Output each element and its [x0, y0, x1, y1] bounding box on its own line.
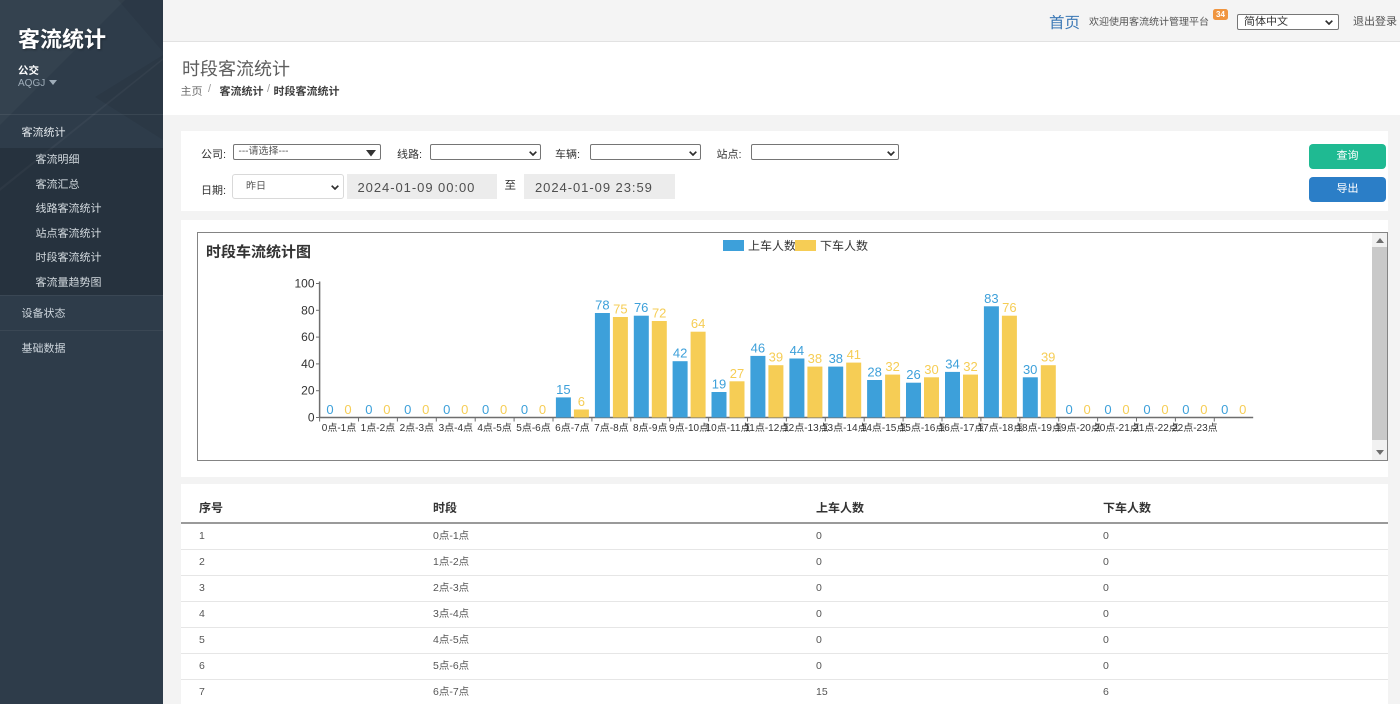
- svg-text:44: 44: [790, 343, 804, 358]
- svg-text:6: 6: [578, 394, 585, 409]
- svg-text:42: 42: [673, 346, 687, 361]
- svg-text:0: 0: [344, 402, 351, 417]
- svg-text:22点-23点: 22点-23点: [1172, 422, 1218, 434]
- svg-text:78: 78: [595, 298, 609, 313]
- svg-text:5点-6点: 5点-6点: [516, 422, 550, 434]
- svg-text:83: 83: [984, 291, 998, 306]
- svg-text:3点-4点: 3点-4点: [439, 422, 473, 434]
- svg-text:39: 39: [1041, 350, 1055, 365]
- svg-text:0: 0: [443, 402, 450, 417]
- svg-text:28: 28: [867, 365, 881, 380]
- svg-text:38: 38: [829, 351, 843, 366]
- svg-text:75: 75: [613, 302, 627, 317]
- svg-text:26: 26: [906, 367, 920, 382]
- svg-text:76: 76: [1002, 300, 1016, 315]
- svg-text:0: 0: [1161, 402, 1168, 417]
- svg-text:7点-8点: 7点-8点: [594, 422, 628, 434]
- svg-text:0: 0: [1083, 402, 1090, 417]
- svg-text:0: 0: [365, 402, 372, 417]
- svg-text:32: 32: [885, 359, 899, 374]
- svg-text:80: 80: [301, 303, 315, 317]
- svg-text:0: 0: [1221, 402, 1228, 417]
- svg-text:20: 20: [301, 384, 315, 398]
- svg-text:8点-9点: 8点-9点: [633, 422, 667, 434]
- svg-text:0: 0: [1065, 402, 1072, 417]
- svg-text:1点-2点: 1点-2点: [361, 422, 395, 434]
- svg-text:0: 0: [1122, 402, 1129, 417]
- svg-text:0: 0: [1239, 402, 1246, 417]
- svg-text:0: 0: [383, 402, 390, 417]
- svg-text:72: 72: [652, 306, 666, 321]
- svg-text:19: 19: [712, 377, 726, 392]
- svg-text:0: 0: [1104, 402, 1111, 417]
- svg-text:34: 34: [945, 356, 959, 371]
- svg-text:27: 27: [730, 366, 744, 381]
- svg-text:76: 76: [634, 300, 648, 315]
- svg-text:30: 30: [924, 362, 938, 377]
- svg-text:46: 46: [751, 340, 765, 355]
- svg-text:2点-3点: 2点-3点: [400, 422, 434, 434]
- svg-text:0: 0: [404, 402, 411, 417]
- svg-text:0点-1点: 0点-1点: [322, 422, 356, 434]
- svg-text:0: 0: [461, 402, 468, 417]
- svg-text:100: 100: [294, 277, 314, 291]
- svg-text:0: 0: [482, 402, 489, 417]
- svg-text:38: 38: [808, 351, 822, 366]
- svg-text:64: 64: [691, 316, 705, 331]
- svg-text:4点-5点: 4点-5点: [477, 422, 511, 434]
- svg-text:0: 0: [1182, 402, 1189, 417]
- svg-text:15: 15: [556, 382, 570, 397]
- svg-text:39: 39: [769, 350, 783, 365]
- svg-text:0: 0: [422, 402, 429, 417]
- svg-text:0: 0: [326, 402, 333, 417]
- svg-text:30: 30: [1023, 362, 1037, 377]
- svg-text:0: 0: [539, 402, 546, 417]
- svg-text:0: 0: [521, 402, 528, 417]
- svg-text:9点-10点: 9点-10点: [669, 422, 709, 434]
- svg-text:0: 0: [500, 402, 507, 417]
- svg-text:0: 0: [308, 411, 315, 425]
- svg-text:0: 0: [1200, 402, 1207, 417]
- svg-text:6点-7点: 6点-7点: [555, 422, 589, 434]
- svg-text:60: 60: [301, 330, 315, 344]
- svg-text:32: 32: [963, 359, 977, 374]
- svg-text:0: 0: [1143, 402, 1150, 417]
- svg-text:40: 40: [301, 357, 315, 371]
- svg-text:41: 41: [847, 347, 861, 362]
